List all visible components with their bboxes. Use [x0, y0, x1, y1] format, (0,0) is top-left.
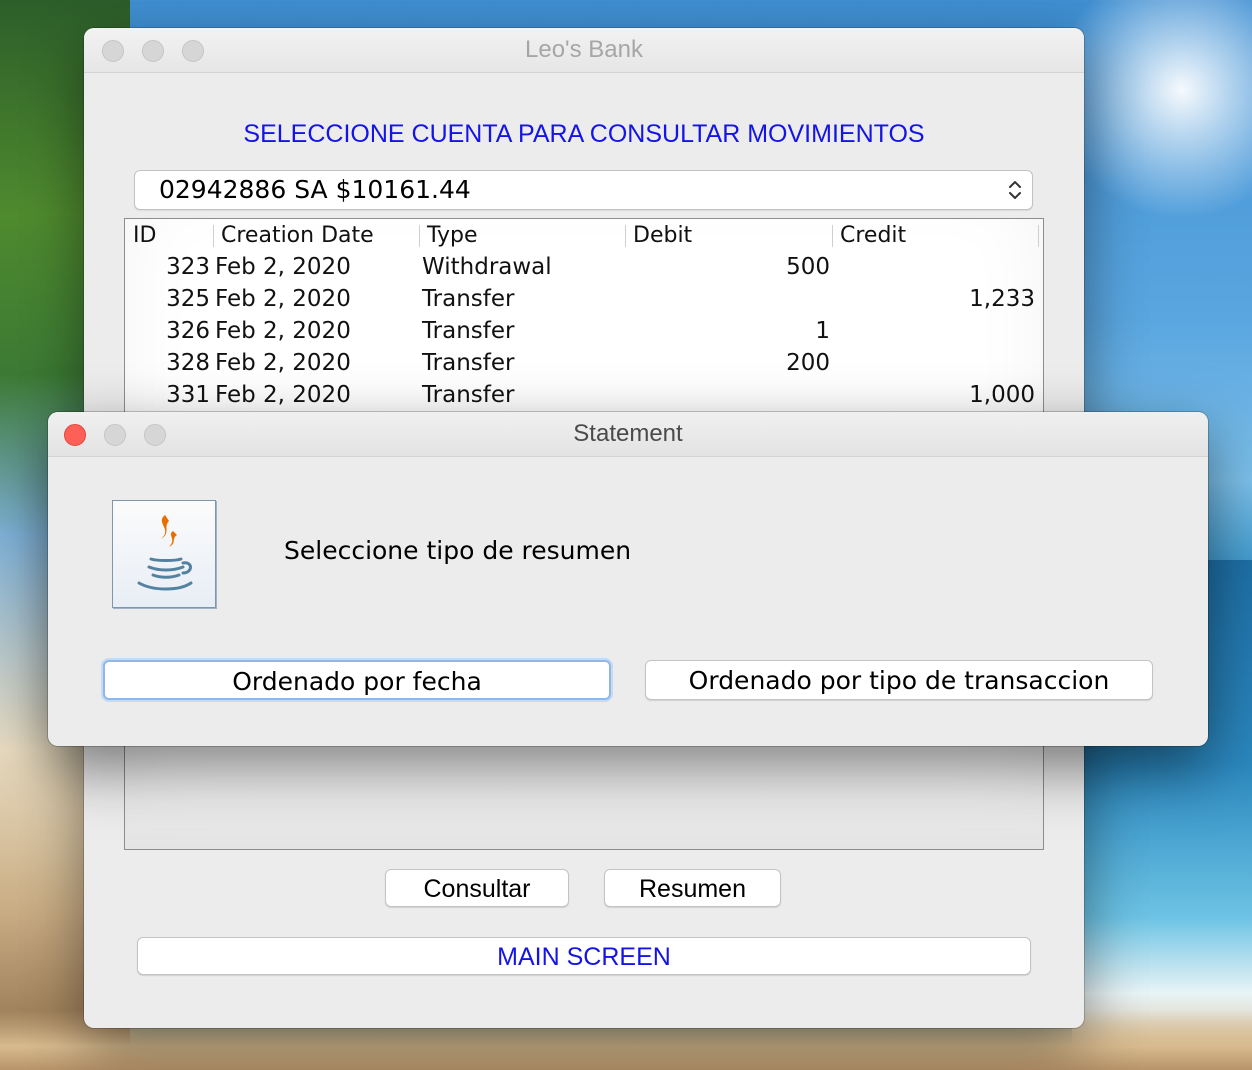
- main-titlebar[interactable]: Leo's Bank: [84, 28, 1084, 73]
- sort-by-date-button[interactable]: Ordenado por fecha: [103, 660, 611, 700]
- dialog-message: Seleccione tipo de resumen: [284, 536, 632, 565]
- table-row[interactable]: 328 Feb 2, 2020 Transfer 200: [125, 347, 1043, 379]
- page-heading: SELECCIONE CUENTA PARA CONSULTAR MOVIMIE…: [243, 120, 925, 148]
- cell-date: Feb 2, 2020: [215, 318, 351, 344]
- table-row[interactable]: 326 Feb 2, 2020 Transfer 1: [125, 315, 1043, 347]
- cell-id: 326: [166, 318, 210, 344]
- column-header-debit[interactable]: Debit: [625, 219, 831, 249]
- chevron-updown-icon: [1009, 181, 1021, 199]
- table-row[interactable]: 331 Feb 2, 2020 Transfer 1,000: [125, 379, 1043, 411]
- cell-credit: 1,000: [969, 382, 1035, 408]
- column-header-credit[interactable]: Credit: [832, 219, 1038, 249]
- dialog-titlebar[interactable]: Statement: [48, 412, 1208, 457]
- cell-id: 323: [166, 254, 210, 280]
- cell-type: Withdrawal: [422, 254, 552, 280]
- cell-debit: 1: [815, 318, 830, 344]
- window-title: Leo's Bank: [525, 36, 643, 63]
- cell-id: 331: [166, 382, 210, 408]
- cell-date: Feb 2, 2020: [215, 254, 351, 280]
- account-select-value: 02942886 SA $10161.44: [159, 175, 471, 204]
- java-icon: [112, 500, 216, 608]
- column-divider: [1038, 225, 1039, 247]
- cell-debit: 500: [786, 254, 830, 280]
- main-screen-button[interactable]: MAIN SCREEN: [137, 937, 1031, 975]
- cell-id: 325: [166, 286, 210, 312]
- column-header-id[interactable]: ID: [125, 219, 213, 249]
- table-row[interactable]: 323 Feb 2, 2020 Withdrawal 500: [125, 251, 1043, 283]
- column-header-date[interactable]: Creation Date: [213, 219, 419, 249]
- sort-by-type-button[interactable]: Ordenado por tipo de transaccion: [645, 660, 1153, 700]
- cell-type: Transfer: [422, 286, 515, 312]
- cell-date: Feb 2, 2020: [215, 286, 351, 312]
- cell-type: Transfer: [422, 350, 515, 376]
- table-row[interactable]: 325 Feb 2, 2020 Transfer 1,233: [125, 283, 1043, 315]
- cell-debit: 200: [786, 350, 830, 376]
- cell-id: 328: [166, 350, 210, 376]
- cell-date: Feb 2, 2020: [215, 382, 351, 408]
- cell-type: Transfer: [422, 382, 515, 408]
- cell-type: Transfer: [422, 318, 515, 344]
- consultar-button[interactable]: Consultar: [385, 869, 569, 907]
- statement-dialog: Statement Seleccione tipo de resumen Ord…: [48, 412, 1208, 746]
- column-header-type[interactable]: Type: [419, 219, 625, 249]
- cell-date: Feb 2, 2020: [215, 350, 351, 376]
- resumen-button[interactable]: Resumen: [604, 869, 781, 907]
- account-select[interactable]: 02942886 SA $10161.44: [134, 170, 1033, 210]
- cell-credit: 1,233: [969, 286, 1035, 312]
- table-header: ID Creation Date Type Debit Credit: [125, 219, 1043, 249]
- table-shadow: [125, 739, 1043, 849]
- dialog-title: Statement: [573, 420, 683, 447]
